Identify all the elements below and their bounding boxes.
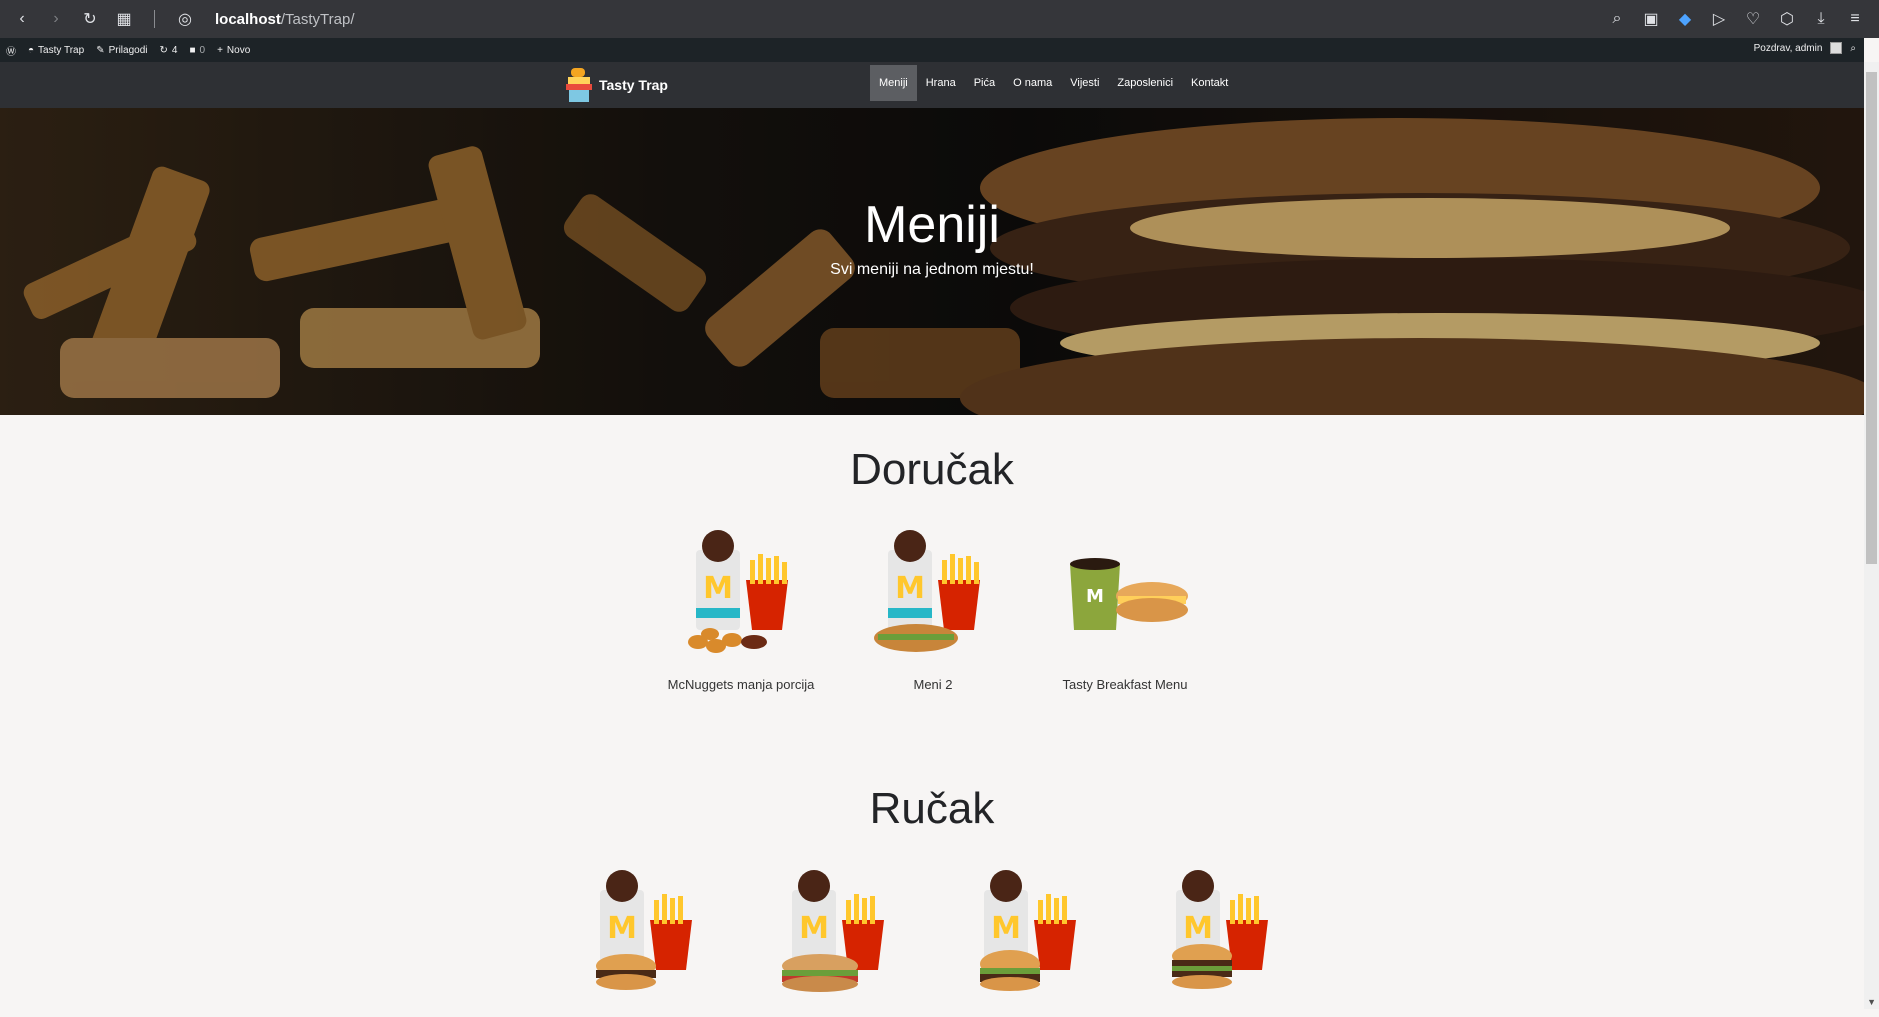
logo-icon <box>566 68 592 102</box>
camera-icon[interactable]: ▣ <box>1641 9 1661 29</box>
menu-card[interactable]: M Tasty Breakfast Menu <box>1035 530 1215 692</box>
search-icon[interactable]: ⌕ <box>1607 9 1627 29</box>
svg-text:M: M <box>799 911 829 946</box>
plus-icon: + <box>217 44 223 56</box>
svg-text:M: M <box>991 911 1021 946</box>
brush-icon: ✎ <box>96 44 105 56</box>
cube-icon[interactable]: ⬡ <box>1777 9 1797 29</box>
svg-text:M: M <box>703 571 733 606</box>
heart-icon[interactable]: ♡ <box>1743 9 1763 29</box>
wordpress-logo-icon[interactable]: Ⓦ <box>6 43 16 58</box>
globe-icon: ◎ <box>178 11 192 28</box>
back-icon[interactable]: ‹ <box>12 9 32 29</box>
wp-site-name: Tasty Trap <box>38 44 85 56</box>
site-header: Tasty Trap Meniji Hrana Pića O nama Vije… <box>0 62 1864 108</box>
updates-icon: ↻ <box>159 44 168 56</box>
svg-text:M: M <box>607 911 637 946</box>
nav-item-hrana[interactable]: Hrana <box>917 65 965 101</box>
page-scrollbar[interactable]: ▼ <box>1864 62 1879 1009</box>
scroll-down-arrow-icon[interactable]: ▼ <box>1867 997 1876 1007</box>
nav-item-zaposlenici[interactable]: Zaposlenici <box>1108 65 1182 101</box>
menu-item-name[interactable]: Meni 2 <box>843 677 1023 692</box>
download-icon[interactable]: ⤓ <box>1811 9 1831 29</box>
menu-card[interactable]: M <box>939 870 1119 1017</box>
wp-comments-count: 0 <box>199 44 206 56</box>
browser-toolbar: ‹ › ↻ ▦ ◎ localhost/TastyTrap/ ⌕ ▣ ◆ ▷ ♡… <box>0 0 1879 38</box>
url-path: /TastyTrap/ <box>280 10 355 28</box>
wp-customize-label: Prilagodi <box>108 44 148 56</box>
reload-icon[interactable]: ↻ <box>80 9 100 29</box>
menu-item-image: M <box>1172 870 1268 989</box>
scrollbar-thumb[interactable] <box>1866 72 1877 564</box>
nav-item-meniji[interactable]: Meniji <box>870 65 917 101</box>
section-title-breakfast: Doručak <box>850 445 1014 494</box>
menu-item-name[interactable]: Tasty Breakfast Menu <box>1035 677 1215 692</box>
nav-item-kontakt[interactable]: Kontakt <box>1182 65 1237 101</box>
menu-card[interactable]: M <box>747 870 927 1017</box>
menu-item-image: M <box>1070 558 1188 630</box>
gauge-icon: ◓ <box>28 44 35 56</box>
section-title-lunch: Ručak <box>869 784 995 833</box>
avatar[interactable] <box>1830 42 1843 54</box>
wp-comments-link[interactable]: ■ 0 <box>189 45 205 56</box>
send-icon[interactable]: ▷ <box>1709 9 1729 29</box>
menu-item-image: M <box>980 870 1076 991</box>
main-menu: Meniji Hrana Pića O nama Vijesti Zaposle… <box>870 65 1237 101</box>
nav-item-vijesti[interactable]: Vijesti <box>1061 65 1108 101</box>
menu-item-image: M <box>688 530 788 653</box>
toolbar-divider <box>154 10 155 28</box>
wp-greeting[interactable]: Pozdrav, admin <box>1754 43 1823 54</box>
menu-item-image: M <box>596 870 692 990</box>
menu-icon[interactable]: ≡ <box>1845 9 1865 29</box>
site-logo[interactable]: Tasty Trap <box>565 68 668 102</box>
wp-new-label: Novo <box>226 44 251 56</box>
svg-text:M: M <box>1086 586 1104 607</box>
wp-new-link[interactable]: + Novo <box>217 45 250 56</box>
wp-site-link[interactable]: ◓ Tasty Trap <box>28 45 84 56</box>
menu-item-name[interactable]: McNuggets manja porcija <box>651 677 831 692</box>
nav-item-pica[interactable]: Pića <box>965 65 1004 101</box>
forward-icon[interactable]: › <box>46 9 66 29</box>
wp-search-icon[interactable]: ⌕ <box>1850 43 1856 54</box>
menu-card[interactable]: M McNuggets manja porcija <box>651 530 831 692</box>
tabs-grid-icon[interactable]: ▦ <box>114 9 134 29</box>
menu-card[interactable]: M Meni 2 <box>843 530 1023 692</box>
menu-card[interactable]: M <box>555 870 735 1017</box>
logo-text: Tasty Trap <box>599 77 668 93</box>
wp-updates-link[interactable]: ↻ 4 <box>160 45 178 56</box>
hero-banner: Meniji Svi meniji na jednom mjestu! <box>0 108 1864 415</box>
nav-item-o-nama[interactable]: O nama <box>1004 65 1061 101</box>
svg-text:M: M <box>895 571 925 606</box>
url-host: localhost <box>215 10 281 28</box>
address-bar[interactable]: localhost/TastyTrap/ <box>215 11 355 28</box>
svg-text:M: M <box>1183 911 1213 946</box>
wp-admin-bar: Ⓦ ◓ Tasty Trap ✎ Prilagodi ↻ 4 ■ 0 + Novo Poz… <box>0 38 1864 62</box>
hero-subtitle: Svi meniji na jednom mjestu! <box>830 261 1034 278</box>
shield-icon[interactable]: ◆ <box>1675 9 1695 29</box>
menu-item-image: M <box>782 870 884 992</box>
comment-icon: ■ <box>189 44 196 56</box>
wp-customize-link[interactable]: ✎ Prilagodi <box>96 45 147 56</box>
menu-card[interactable]: M <box>1131 870 1311 1017</box>
menu-item-image: M <box>874 530 980 652</box>
wp-updates-count: 4 <box>171 44 178 56</box>
hero-title: Meniji <box>864 196 1000 254</box>
